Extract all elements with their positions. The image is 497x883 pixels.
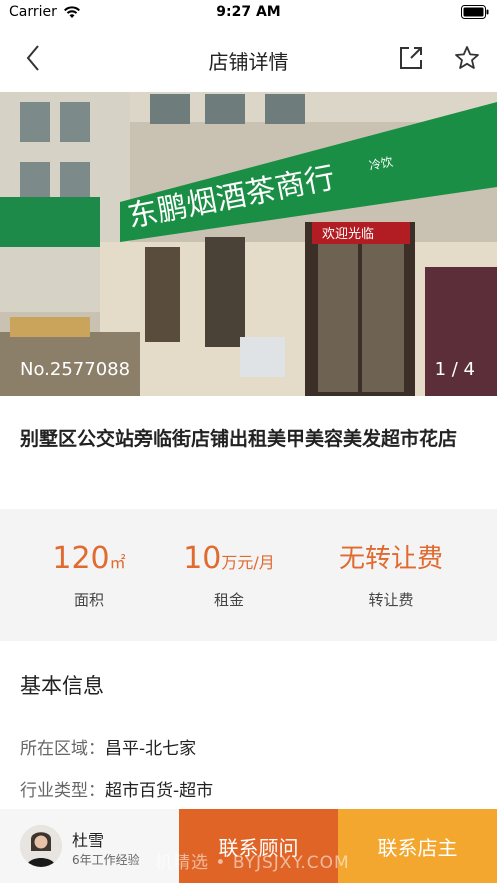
agent-name: 杜雪: [72, 831, 105, 850]
info-row-region: 所在区域：昌平-北七家: [20, 734, 196, 759]
rent-value: 10: [183, 541, 222, 576]
info-row-industry: 行业类型：超市百货-超市: [20, 776, 213, 801]
status-time: 9:27 AM: [216, 4, 281, 20]
bottom-action-bar: 杜雪 6年工作经验 联系顾问 联系店主: [0, 809, 497, 883]
star-icon: [455, 46, 479, 69]
favorite-button[interactable]: [453, 44, 481, 72]
listing-stats: 120㎡ 面积 10万元/月 租金 无转让费 转让费: [0, 509, 497, 641]
rent-unit: 万元/月: [221, 553, 275, 572]
industry-value: 超市百货-超市: [105, 781, 214, 801]
share-icon: [400, 47, 422, 69]
transfer-label: 转让费: [368, 591, 414, 609]
basic-info-title: 基本信息: [20, 674, 104, 698]
avatar: [20, 825, 62, 867]
industry-key: 行业类型：: [20, 781, 105, 801]
region-value: 昌平-北七家: [105, 739, 197, 759]
nav-bar: 店铺详情: [0, 30, 497, 86]
agent-card[interactable]: 杜雪 6年工作经验: [0, 809, 179, 883]
photo-counter: 1 / 4: [434, 359, 475, 380]
stat-rent: 10万元/月 租金: [146, 539, 312, 610]
rent-label: 租金: [213, 591, 244, 609]
region-key: 所在区域：: [20, 739, 105, 759]
agent-experience: 6年工作经验: [72, 853, 140, 867]
contact-owner-button[interactable]: 联系店主: [338, 809, 497, 883]
share-button[interactable]: [397, 44, 425, 72]
contact-advisor-button[interactable]: 联系顾问: [179, 809, 338, 883]
transfer-value: 无转让费: [338, 544, 443, 574]
stat-transfer: 无转让费 转让费: [308, 539, 474, 610]
area-value: 120: [52, 541, 110, 576]
battery-icon: [461, 5, 489, 23]
status-bar: Carrier 9:27 AM: [0, 0, 497, 26]
shopfront-photo: 东鹏烟酒茶商行 冷饮 欢迎光临: [0, 92, 497, 396]
door-sign-text: 欢迎光临: [322, 227, 374, 242]
photo-gallery[interactable]: 东鹏烟酒茶商行 冷饮 欢迎光临 No.2577088 1 / 4: [0, 92, 497, 396]
area-unit: ㎡: [109, 553, 126, 572]
listing-title: 别墅区公交站旁临街店铺出租美甲美容美发超市花店: [20, 428, 458, 450]
listing-number: No.2577088: [20, 359, 131, 380]
